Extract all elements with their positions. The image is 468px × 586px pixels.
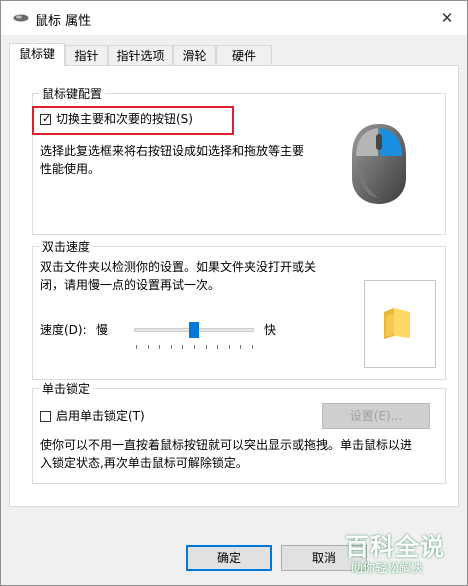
double-click-description-1: 双击文件夹以检测你的设置。如果文件夹没打开或关 [40,260,317,274]
tab-wheel[interactable]: 滑轮 [173,45,216,65]
checkmark-icon: ✓ [42,112,52,125]
slider-tick [171,345,172,349]
window-title: 鼠标 属性 [35,14,92,29]
ok-button[interactable]: 确定 [186,545,272,571]
button-config-label: 鼠标键配置 [39,85,106,102]
close-button[interactable]: ✕ [435,7,459,29]
mouse-illustration-icon [352,124,406,204]
speed-label: 速度(D): [40,323,87,337]
slider-tick [252,345,253,349]
tab-pointer-options[interactable]: 指针选项 [108,45,173,65]
click-lock-description-1: 使你可以不用一直按着鼠标按钮就可以突出显示或拖拽。单击鼠标以进 [40,438,413,452]
click-lock-label: 单击锁定 [39,380,94,397]
title-bar: 鼠标 属性 ✕ [1,1,467,35]
button-config-description-1: 选择此复选框来将右按钮设成如选择和拖放等主要 [40,144,305,158]
switch-buttons-label: 切换主要和次要的按钮(S) [56,112,193,126]
slider-tick [240,345,241,349]
slider-tick [206,345,207,349]
slider-tick [159,345,160,349]
button-config-description-2: 性能使用。 [40,162,101,176]
click-lock-description-2: 入锁定状态,再次单击鼠标可解除锁定。 [40,456,248,470]
click-lock-checkbox[interactable] [40,411,51,422]
tab-hardware[interactable]: 硬件 [216,45,272,65]
tab-pointers[interactable]: 指针 [65,45,108,65]
close-icon: ✕ [440,9,454,27]
folder-icon [384,308,410,339]
double-click-description-2: 闭，请用慢一点的设置再试一次。 [40,278,221,292]
tab-buttons[interactable]: 鼠标键 [9,43,65,66]
test-folder-area[interactable] [364,280,436,368]
slider-tick [148,345,149,349]
slider-tick [217,345,218,349]
switch-buttons-checkbox[interactable]: ✓ [40,112,52,125]
speed-slider-thumb[interactable] [189,322,199,338]
mouse-properties-window: 鼠标 属性 ✕ 鼠标键 指针 指针选项 滑轮 硬件 鼠标键配置 ✓ 切换主要和次… [0,0,468,586]
watermark-title: 百科全说 [345,533,445,561]
click-lock-checkbox-label: 启用单击锁定(T) [56,409,145,423]
slider-tick [182,345,183,349]
click-lock-settings-button[interactable]: 设置(E)... [322,403,430,429]
slider-tick [229,345,230,349]
slider-tick [136,345,137,349]
buttons-tab-panel: 鼠标键配置 ✓ 切换主要和次要的按钮(S) 选择此复选框来将右按钮设成如选择和拖… [9,65,459,507]
watermark-subtitle: 助你轻松解决 [351,561,424,575]
double-click-label: 双击速度 [39,238,94,255]
tab-strip: 鼠标键 指针 指针选项 滑轮 硬件 [9,43,459,66]
fast-label: 快 [264,323,277,337]
slow-label: 慢 [96,323,109,337]
mouse-icon [13,14,29,22]
slider-tick [194,345,195,349]
